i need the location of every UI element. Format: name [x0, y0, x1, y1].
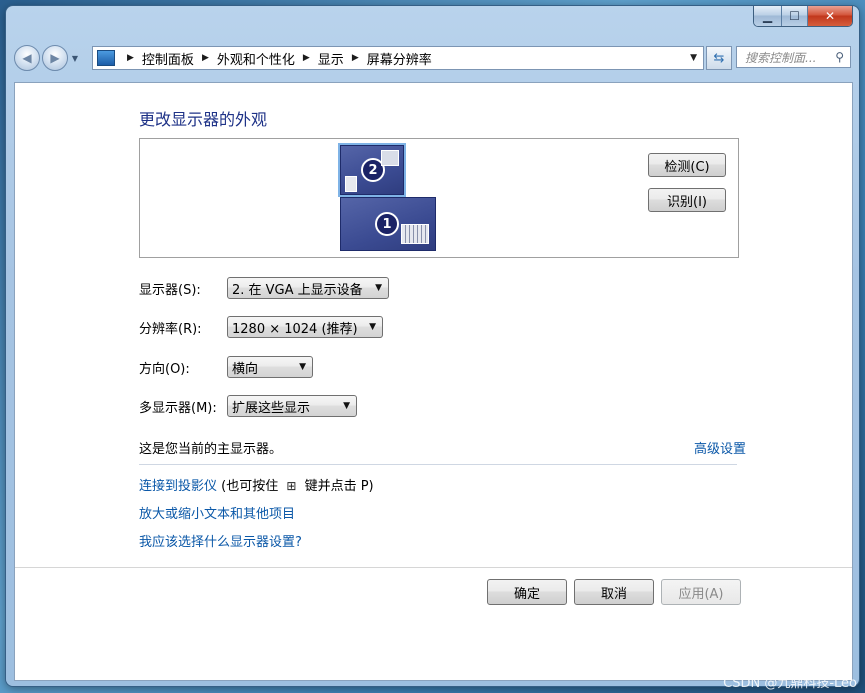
display-preview: 2 1 检测(C) 识别(I)	[139, 138, 739, 258]
footer-divider	[15, 567, 852, 568]
advanced-settings-link[interactable]: 高级设置	[694, 438, 746, 457]
monitor-2-thumbnail[interactable]: 2	[340, 145, 404, 195]
control-panel-icon	[97, 50, 115, 66]
breadcrumb-control-panel[interactable]: 控制面板	[142, 49, 194, 68]
projector-hint-suffix: 键并点击 P)	[304, 479, 374, 494]
navigation-bar: ◀ ▶ ▼ ▶ 控制面板 ▶ 外观和个性化 ▶ 显示 ▶ 屏幕分辨率 ▼ ⇆ 搜…	[14, 42, 851, 74]
minimize-icon: ▁	[762, 9, 773, 23]
cancel-button[interactable]: 取消	[574, 579, 654, 605]
orientation-row: 方向(O): 横向 ▼	[139, 355, 313, 379]
orientation-select[interactable]: 横向 ▼	[227, 356, 313, 378]
back-button[interactable]: ◀	[14, 45, 40, 71]
refresh-icon: ⇆	[713, 50, 725, 66]
windows-logo-icon: ⊞	[286, 479, 297, 493]
breadcrumb-arrow-icon[interactable]: ▶	[352, 53, 359, 63]
projector-hint-prefix: (也可按住	[221, 479, 279, 494]
window-thumbnail-icon	[381, 150, 399, 166]
chevron-down-icon: ▼	[375, 283, 382, 293]
maximize-button[interactable]: ☐	[781, 6, 807, 26]
search-box[interactable]: 搜索控制面... ⚲	[736, 46, 851, 68]
page-title: 更改显示器的外观	[139, 110, 268, 129]
multiple-displays-select[interactable]: 扩展这些显示 ▼	[227, 395, 357, 417]
resolution-label: 分辨率(R):	[139, 321, 202, 337]
display-label: 显示器(S):	[139, 282, 201, 298]
window-thumbnail-icon	[401, 224, 429, 244]
resolution-row: 分辨率(R): 1280 × 1024 (推荐) ▼	[139, 315, 383, 339]
caption-buttons: ▁ ☐ ✕	[753, 6, 853, 27]
screen-resolution-window: ▁ ☐ ✕ ◀ ▶ ▼ ▶ 控制面板 ▶ 外观和个性化 ▶ 显示 ▶ 屏幕分辨率…	[6, 6, 859, 686]
content-pane: 更改显示器的外观 2 1 检测(C) 识别(I) 显示器(S): 2. 在 VG…	[14, 82, 853, 681]
multiple-displays-row: 多显示器(M): 扩展这些显示 ▼	[139, 394, 357, 418]
close-button[interactable]: ✕	[807, 6, 852, 26]
which-settings-link[interactable]: 我应该选择什么显示器设置?	[139, 531, 302, 550]
multiple-displays-value: 扩展这些显示	[232, 400, 311, 416]
recent-pages-dropdown-icon[interactable]: ▼	[70, 54, 80, 63]
chevron-down-icon: ▼	[343, 401, 350, 411]
forward-button[interactable]: ▶	[42, 45, 68, 71]
resolution-select[interactable]: 1280 × 1024 (推荐) ▼	[227, 316, 383, 338]
chevron-down-icon: ▼	[299, 362, 306, 372]
refresh-button[interactable]: ⇆	[706, 46, 732, 70]
detect-button[interactable]: 检测(C)	[648, 153, 726, 177]
ok-button[interactable]: 确定	[487, 579, 567, 605]
breadcrumb-arrow-icon[interactable]: ▶	[127, 53, 134, 63]
search-icon[interactable]: ⚲	[835, 50, 844, 64]
back-arrow-icon: ◀	[22, 51, 32, 65]
watermark: CSDN @九鼎科技-Leo	[723, 676, 857, 691]
close-icon: ✕	[824, 9, 836, 23]
address-dropdown-icon[interactable]: ▼	[690, 53, 697, 63]
apply-button[interactable]: 应用(A)	[661, 579, 741, 605]
chevron-down-icon: ▼	[369, 322, 376, 332]
section-divider	[139, 464, 737, 465]
breadcrumb-arrow-icon[interactable]: ▶	[303, 53, 310, 63]
minimize-button[interactable]: ▁	[754, 6, 781, 26]
search-placeholder: 搜索控制面...	[745, 50, 817, 65]
display-row: 显示器(S): 2. 在 VGA 上显示设备 ▼	[139, 276, 389, 300]
monitor-1-thumbnail[interactable]: 1	[340, 197, 436, 251]
text-size-link[interactable]: 放大或缩小文本和其他项目	[139, 503, 295, 522]
connect-projector-link[interactable]: 连接到投影仪	[139, 479, 217, 494]
display-value: 2. 在 VGA 上显示设备	[232, 282, 363, 298]
resolution-value: 1280 × 1024 (推荐)	[232, 321, 358, 337]
multiple-displays-label: 多显示器(M):	[139, 400, 217, 416]
breadcrumb-appearance[interactable]: 外观和个性化	[217, 49, 295, 68]
identify-button[interactable]: 识别(I)	[648, 188, 726, 212]
address-bar[interactable]: ▶ 控制面板 ▶ 外观和个性化 ▶ 显示 ▶ 屏幕分辨率 ▼	[92, 46, 704, 70]
device-icon	[345, 176, 357, 192]
forward-arrow-icon: ▶	[50, 51, 60, 65]
projector-line: 连接到投影仪 (也可按住 ⊞ 键并点击 P)	[139, 475, 374, 494]
monitor-1-badge: 1	[375, 212, 399, 236]
main-display-note: 这是您当前的主显示器。	[139, 442, 283, 457]
orientation-value: 横向	[232, 361, 259, 377]
breadcrumb-screen-resolution[interactable]: 屏幕分辨率	[367, 49, 432, 68]
breadcrumb-display[interactable]: 显示	[318, 49, 344, 68]
orientation-label: 方向(O):	[139, 361, 190, 377]
breadcrumb-arrow-icon[interactable]: ▶	[202, 53, 209, 63]
maximize-icon: ☐	[789, 9, 800, 23]
display-select[interactable]: 2. 在 VGA 上显示设备 ▼	[227, 277, 389, 299]
